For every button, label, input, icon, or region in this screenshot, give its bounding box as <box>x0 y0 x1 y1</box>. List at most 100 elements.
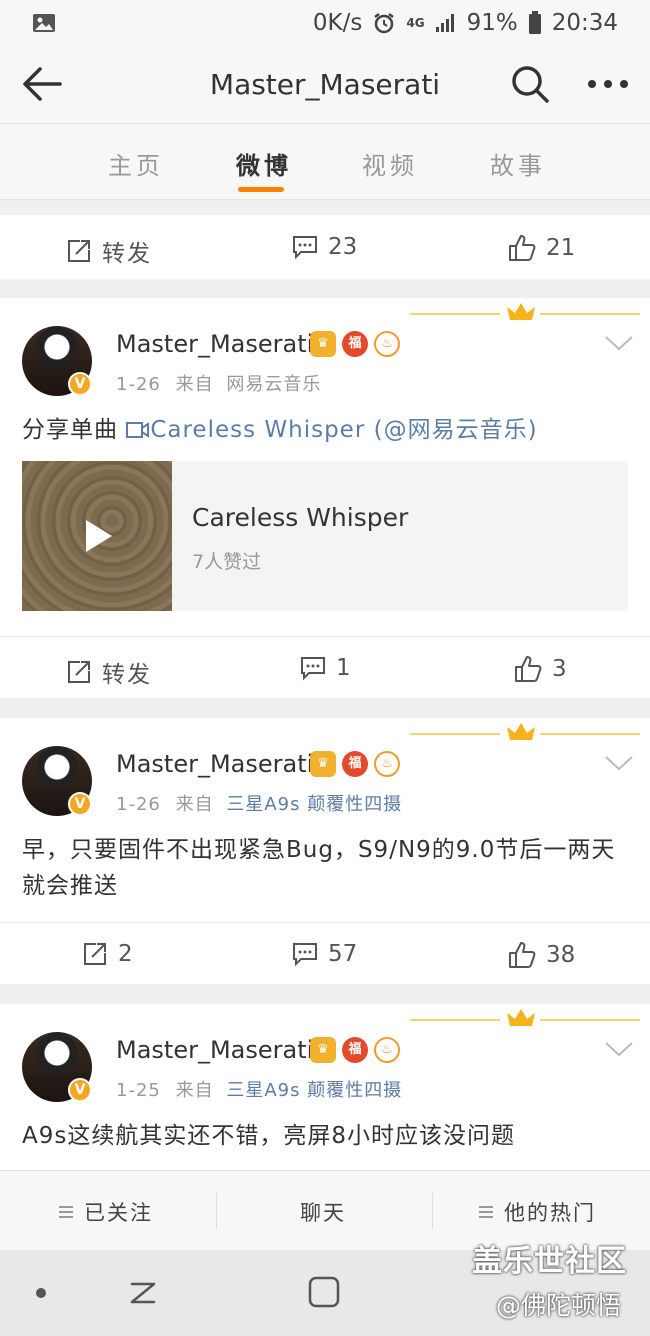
thumbs-up-icon <box>514 655 542 683</box>
play-icon[interactable] <box>80 518 116 554</box>
music-link-text: Careless Whisper <box>150 417 366 443</box>
repost-button[interactable]: 2 <box>82 941 133 967</box>
top-bar: Master_Maserati <box>0 46 650 124</box>
chevron-down-icon[interactable] <box>604 754 634 772</box>
following-label: 已关注 <box>84 1201 153 1225</box>
post-date: 1-26 <box>116 794 161 815</box>
tab-home[interactable]: 主页 <box>108 146 164 181</box>
net-speed: 0K/s <box>312 10 363 36</box>
vip-crown-icon: ♛ <box>310 331 336 357</box>
home-button-icon[interactable] <box>306 1274 342 1310</box>
battery-percent: 91% <box>466 10 518 36</box>
post-source[interactable]: 三星A9s 颠覆性四摄 <box>226 1080 402 1101</box>
comment-button[interactable]: 57 <box>292 941 357 967</box>
verified-badge-icon: V <box>68 372 92 396</box>
from-label: 来自 <box>175 1080 214 1101</box>
post-card[interactable]: V Master_Maserati ♛ 福 ♨ 1-25 来自 三星A9s 颠覆… <box>0 1004 650 1170</box>
watermark-author: @佛陀顿悟 <box>496 1291 622 1320</box>
search-icon[interactable] <box>510 64 550 104</box>
activity-badge-icon: ♨ <box>374 1037 400 1063</box>
mention-link[interactable]: (@网易云音乐) <box>365 417 537 443</box>
post-source: 网易云音乐 <box>226 374 322 395</box>
post-card[interactable]: V Master_Maserati ♛ 福 ♨ 1-26 来自 网易云音乐 分享… <box>0 298 650 698</box>
post-text: A9s这续航其实还不错，亮屏8小时应该没问题 <box>22 1123 515 1149</box>
hot-posts-label: 他的热门 <box>504 1201 596 1225</box>
chevron-down-icon[interactable] <box>604 1040 634 1058</box>
user-badges: ♛ 福 ♨ <box>310 331 400 357</box>
vip-crown-icon: ♛ <box>310 751 336 777</box>
verified-badge-icon: V <box>68 1078 92 1102</box>
user-badges: ♛ 福 ♨ <box>310 1037 400 1063</box>
tab-video[interactable]: 视频 <box>362 146 418 181</box>
user-badges: ♛ 福 ♨ <box>310 751 400 777</box>
music-link[interactable]: Careless Whisper <box>126 417 365 443</box>
page-title: Master_Maserati <box>209 68 441 101</box>
thumbs-up-icon <box>508 941 536 969</box>
post-meta: 1-26 来自 网易云音乐 <box>116 370 321 396</box>
repost-button[interactable]: 转发 <box>66 655 152 689</box>
repost-icon <box>82 941 108 967</box>
music-title: Careless Whisper <box>192 503 409 532</box>
comment-count: 57 <box>328 941 358 967</box>
recent-apps-icon[interactable] <box>126 1276 160 1310</box>
post-meta: 1-25 来自 三星A9s 颠覆性四摄 <box>116 1076 402 1102</box>
like-count: 38 <box>546 942 576 968</box>
comment-icon <box>292 234 318 260</box>
watermark-title: 盖乐世社区 <box>472 1244 627 1279</box>
hot-posts-button[interactable]: 他的热门 <box>478 1197 596 1227</box>
post-date: 1-26 <box>116 374 161 395</box>
video-link-icon <box>126 420 150 440</box>
like-count: 21 <box>546 235 576 261</box>
like-count: 3 <box>552 656 567 682</box>
menu-lines-icon <box>478 1205 494 1219</box>
repost-count: 2 <box>118 941 133 967</box>
clock: 20:34 <box>551 10 618 36</box>
fu-badge-icon: 福 <box>342 1037 368 1063</box>
from-label: 来自 <box>175 374 214 395</box>
repost-button[interactable]: 转发 <box>66 234 152 268</box>
comment-button[interactable]: 1 <box>300 655 351 681</box>
more-options-icon[interactable] <box>586 76 630 92</box>
post-date: 1-25 <box>116 1080 161 1101</box>
comment-button[interactable]: 23 <box>292 234 357 260</box>
music-cover <box>22 461 172 611</box>
network-type: 4G <box>406 16 425 30</box>
post-text: 分享单曲 Careless Whisper (@网易云音乐) <box>22 412 632 448</box>
post-card[interactable]: V Master_Maserati ♛ 福 ♨ 1-26 来自 三星A9s 颠覆… <box>0 718 650 984</box>
comment-icon <box>292 941 318 967</box>
chat-button[interactable]: 聊天 <box>300 1197 346 1227</box>
post-username[interactable]: Master_Maserati <box>116 1036 313 1064</box>
like-button[interactable]: 21 <box>508 234 575 262</box>
post-actions: 2 57 38 <box>0 922 650 984</box>
post-username[interactable]: Master_Maserati <box>116 330 313 358</box>
chat-label: 聊天 <box>300 1201 346 1225</box>
alarm-icon <box>372 11 396 35</box>
menu-lines-icon <box>58 1205 74 1219</box>
from-label: 来自 <box>175 794 214 815</box>
tab-story[interactable]: 故事 <box>490 146 546 181</box>
repost-icon <box>66 659 92 685</box>
chevron-down-icon[interactable] <box>604 334 634 352</box>
gallery-notification-icon <box>32 13 313 33</box>
vip-crown-icon: ♛ <box>310 1037 336 1063</box>
post-actions: 转发 1 3 <box>0 636 650 698</box>
thumbs-up-icon <box>508 234 536 262</box>
crown-decoration-icon <box>410 720 640 744</box>
tab-weibo[interactable]: 微博 <box>236 146 292 181</box>
like-button[interactable]: 38 <box>508 941 575 969</box>
crown-decoration-icon <box>410 1006 640 1030</box>
battery-icon <box>528 11 542 35</box>
following-button[interactable]: 已关注 <box>58 1197 153 1227</box>
nav-dot-icon[interactable] <box>34 1286 48 1300</box>
activity-badge-icon: ♨ <box>374 751 400 777</box>
post-username[interactable]: Master_Maserati <box>116 750 313 778</box>
fu-badge-icon: 福 <box>342 751 368 777</box>
active-tab-indicator <box>238 187 284 192</box>
verified-badge-icon: V <box>68 792 92 816</box>
activity-badge-icon: ♨ <box>374 331 400 357</box>
like-button[interactable]: 3 <box>514 655 567 683</box>
post-source[interactable]: 三星A9s 颠覆性四摄 <box>226 794 402 815</box>
music-card[interactable]: Careless Whisper 7人赞过 <box>22 461 628 611</box>
divider <box>216 1193 217 1229</box>
music-likes: 7人赞过 <box>192 551 262 573</box>
